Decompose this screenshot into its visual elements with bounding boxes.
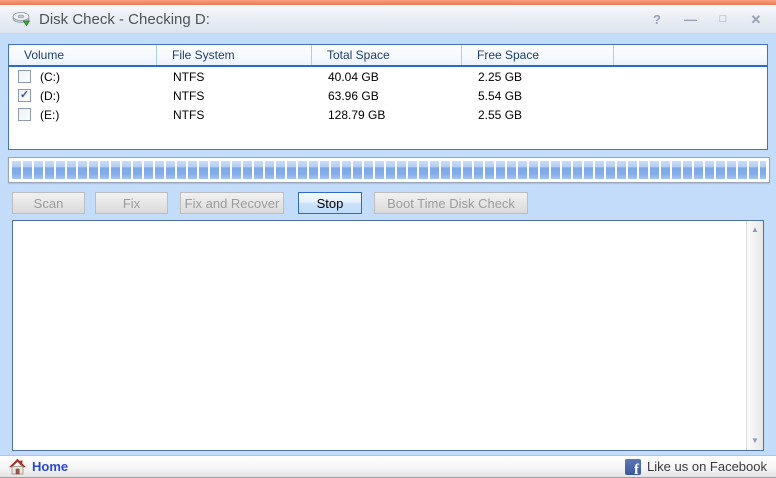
column-header-volume[interactable]: Volume <box>9 45 157 65</box>
progress-bar-segments <box>12 161 766 179</box>
maximize-icon[interactable]: □ <box>715 13 731 25</box>
facebook-label: Like us on Facebook <box>647 459 767 474</box>
scroll-up-icon[interactable]: ▲ <box>751 221 759 239</box>
volume-list-header: Volume File System Total Space Free Spac… <box>9 45 767 67</box>
total-space-value: 128.79 GB <box>328 107 386 122</box>
column-header-total-space[interactable]: Total Space <box>312 45 462 65</box>
checkbox-volume-e[interactable] <box>18 108 31 121</box>
table-row-c[interactable]: (C:) NTFS 40.04 GB 2.25 GB <box>9 67 767 86</box>
vertical-scrollbar[interactable]: ▲ ▼ <box>746 221 763 450</box>
file-system-value: NTFS <box>173 107 205 122</box>
checkbox-volume-c[interactable] <box>18 70 31 83</box>
file-system-value: NTFS <box>173 88 205 103</box>
window-controls: ? — □ ✕ <box>649 13 764 26</box>
scan-button[interactable]: Scan <box>12 192 85 214</box>
close-icon[interactable]: ✕ <box>748 13 764 26</box>
free-space-value: 5.54 GB <box>478 88 523 103</box>
boot-time-disk-check-button[interactable]: Boot Time Disk Check <box>374 192 528 214</box>
scan-output-pane[interactable]: ▲ ▼ <box>12 220 764 451</box>
volume-label: (D:) <box>40 88 60 103</box>
column-header-file-system[interactable]: File System <box>157 45 312 65</box>
action-buttons: Scan Fix Fix and Recover Stop Boot Time … <box>12 192 528 214</box>
facebook-icon: f <box>625 458 642 475</box>
title-bar: Disk Check - Checking D: ? — □ ✕ <box>0 5 776 34</box>
status-bar: Home f Like us on Facebook <box>0 455 776 478</box>
disk-check-app-icon <box>12 11 32 28</box>
facebook-link[interactable]: f Like us on Facebook <box>625 458 767 475</box>
fix-button[interactable]: Fix <box>95 192 168 214</box>
window-title: Disk Check - Checking D: <box>39 10 210 28</box>
file-system-value: NTFS <box>173 69 205 84</box>
checkbox-volume-d[interactable]: ✓ <box>18 89 31 102</box>
volume-label: (C:) <box>40 69 60 84</box>
total-space-value: 40.04 GB <box>328 69 379 84</box>
volume-label: (E:) <box>40 107 60 122</box>
fix-and-recover-button[interactable]: Fix and Recover <box>180 192 284 214</box>
home-label: Home <box>32 459 69 474</box>
volume-list: Volume File System Total Space Free Spac… <box>8 44 768 150</box>
total-space-value: 63.96 GB <box>328 88 379 103</box>
home-link[interactable]: Home <box>9 458 69 475</box>
minimize-icon[interactable]: — <box>682 13 698 26</box>
free-space-value: 2.25 GB <box>478 69 523 84</box>
column-header-free-space[interactable]: Free Space <box>462 45 614 65</box>
table-row-d[interactable]: ✓ (D:) NTFS 63.96 GB 5.54 GB <box>9 86 767 105</box>
stop-button[interactable]: Stop <box>298 192 362 214</box>
help-icon[interactable]: ? <box>649 13 665 26</box>
home-icon <box>9 458 26 475</box>
scroll-down-icon[interactable]: ▼ <box>751 432 759 450</box>
free-space-value: 2.55 GB <box>478 107 523 122</box>
column-header-empty <box>614 45 767 65</box>
disk-check-progress-bar <box>8 157 770 183</box>
table-row-e[interactable]: (E:) NTFS 128.79 GB 2.55 GB <box>9 105 767 124</box>
